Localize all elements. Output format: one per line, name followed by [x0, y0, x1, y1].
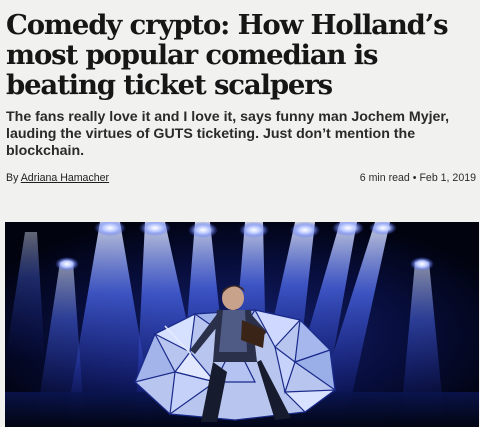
stage-photo — [5, 222, 479, 427]
byline-prefix: By — [6, 172, 19, 184]
article-meta: 6 min read • Feb 1, 2019 — [360, 172, 476, 184]
meta-separator: • — [412, 172, 417, 184]
article-header: Comedy crypto: How Holland’s most popula… — [0, 0, 480, 222]
hero-image — [5, 222, 479, 427]
author-link[interactable]: Adriana Hamacher — [21, 172, 109, 184]
read-time: 6 min read — [359, 172, 410, 184]
article-subheadline: The fans really love it and I love it, s… — [6, 109, 450, 159]
article-headline: Comedy crypto: How Holland’s most popula… — [6, 9, 449, 101]
byline: By Adriana Hamacher — [6, 172, 109, 184]
publish-date: Feb 1, 2019 — [419, 172, 476, 184]
